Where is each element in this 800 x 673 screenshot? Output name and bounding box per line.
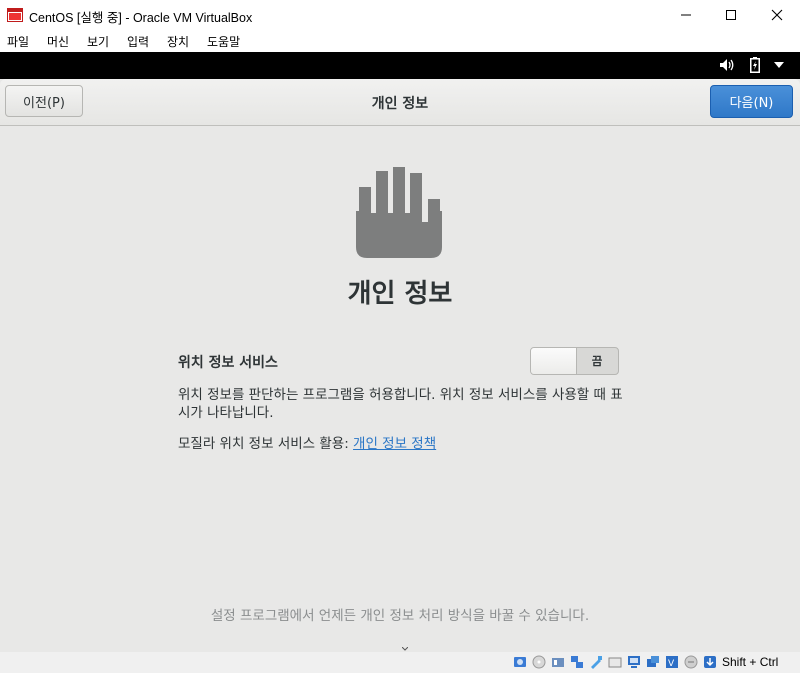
svg-text:V: V [668, 659, 675, 669]
close-button[interactable] [754, 0, 800, 30]
battery-icon[interactable] [750, 57, 760, 73]
location-services-description: 위치 정보를 판단하는 프로그램을 허용합니다. 위치 정보 서비스를 사용할 … [178, 387, 623, 421]
next-button[interactable]: 다음(N) [710, 85, 793, 118]
menu-machine[interactable]: 머신 [47, 33, 69, 50]
menu-input[interactable]: 입력 [127, 33, 149, 50]
audio-icon[interactable] [551, 655, 565, 669]
guest-screen: 이전(P) 개인 정보 다음(N) 개인 정보 위치 정보 서비스 끔 위치 정… [0, 79, 800, 652]
menu-help[interactable]: 도움말 [207, 33, 240, 50]
video-capture-icon[interactable] [646, 655, 660, 669]
optical-disk-icon[interactable] [532, 655, 546, 669]
maximize-icon [726, 10, 736, 20]
footer-note: 설정 프로그램에서 언제든 개인 정보 처리 방식을 바꿀 수 있습니다. [210, 608, 590, 624]
shared-folders-icon[interactable] [608, 655, 622, 669]
system-menu-arrow-icon[interactable] [774, 62, 784, 68]
location-services-switch[interactable]: 끔 [530, 347, 619, 375]
minimize-icon [681, 14, 691, 16]
maximize-button[interactable] [708, 0, 754, 30]
privacy-hand-icon [356, 167, 442, 258]
mozilla-prefix-text: 모질라 위치 정보 서비스 활용: [178, 436, 354, 452]
mozilla-location-line: 모질라 위치 정보 서비스 활용: 개인 정보 정책 [178, 432, 436, 452]
virtualization-icon[interactable]: V [665, 655, 679, 669]
usb-icon[interactable] [589, 655, 603, 669]
vm-status-bar: V Shift + Ctrl [0, 652, 800, 673]
host-key-label: Shift + Ctrl [722, 655, 779, 669]
location-services-label: 위치 정보 서비스 [178, 355, 278, 371]
display-icon[interactable] [627, 655, 641, 669]
menubar: 파일 머신 보기 입력 장치 도움말 [0, 30, 800, 52]
window-title: CentOS [실행 중] - Oracle VM VirtualBox [29, 11, 253, 25]
hard-disk-icon[interactable] [513, 655, 527, 669]
mouse-integration-icon[interactable] [684, 655, 698, 669]
header-title: 개인 정보 [371, 96, 429, 112]
guest-top-bar [0, 52, 800, 79]
volume-icon[interactable] [719, 58, 735, 72]
switch-knob [531, 348, 577, 374]
menu-view[interactable]: 보기 [87, 33, 109, 50]
switch-state-label: 끔 [591, 354, 603, 368]
minimize-button[interactable] [663, 0, 709, 30]
window-titlebar: CentOS [실행 중] - Oracle VM VirtualBox [0, 0, 800, 30]
menu-file[interactable]: 파일 [7, 33, 29, 50]
close-icon [771, 9, 783, 21]
keyboard-capture-icon[interactable] [703, 655, 717, 669]
privacy-policy-link[interactable]: 개인 정보 정책 [353, 436, 436, 452]
menu-devices[interactable]: 장치 [167, 33, 189, 50]
header-bar: 이전(P) 개인 정보 다음(N) [0, 79, 800, 126]
page-title: 개인 정보 [347, 279, 453, 309]
network-icon[interactable] [570, 655, 584, 669]
virtualbox-app-icon [7, 8, 23, 22]
